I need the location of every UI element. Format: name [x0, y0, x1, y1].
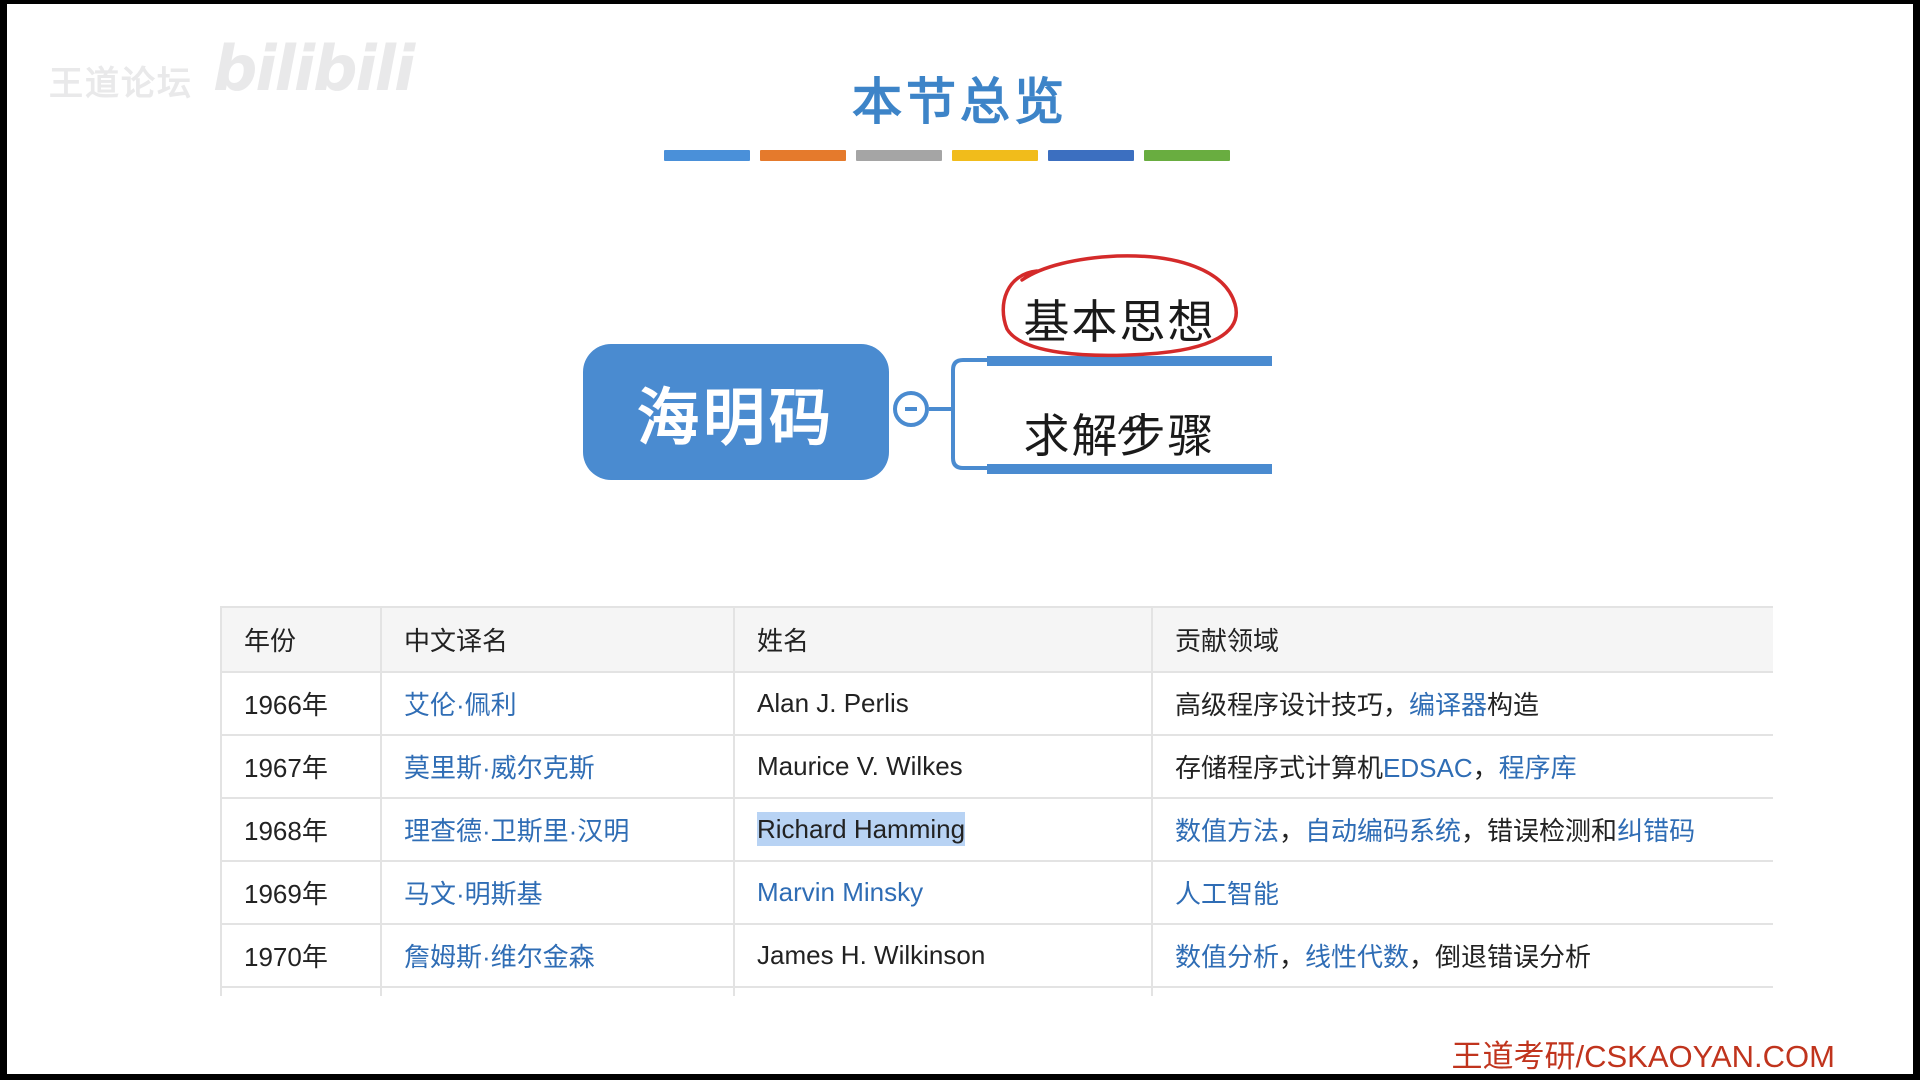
slide: 王道论坛 bilibili 本节总览 海明码 基本思想 求解步骤 年份 中文译名 …: [7, 4, 1913, 1074]
chinese-name-link[interactable]: 詹姆斯·维尔金森: [404, 942, 595, 972]
cell-partial: [733, 986, 1153, 996]
cell-chinese-name: 莫里斯·威尔克斯: [380, 734, 735, 799]
chinese-name-link[interactable]: 理查德·卫斯里·汉明: [404, 816, 629, 846]
name-text: Richard Hamming: [757, 812, 966, 846]
contribution-link[interactable]: 人工智能: [1175, 879, 1279, 909]
contribution-text: ，: [1472, 753, 1499, 783]
header-chinese-name: 中文译名: [380, 606, 735, 673]
table-row: 1969年 马文·明斯基 Marvin Minsky 人工智能: [220, 860, 1773, 925]
contribution-link[interactable]: 纠错码: [1617, 816, 1695, 846]
table-row: 1968年 理查德·卫斯里·汉明 Richard Hamming 数值方法，自动编码系…: [220, 797, 1773, 862]
chinese-name-link[interactable]: 艾伦·佩利: [404, 690, 517, 720]
contribution-text: ，: [1279, 942, 1306, 972]
color-bar-segment: [760, 150, 846, 161]
cell-chinese-name: 艾伦·佩利: [380, 671, 735, 736]
name-link[interactable]: Marvin Minsky: [757, 877, 923, 907]
contribution-link[interactable]: 线性代数: [1305, 942, 1409, 972]
name-text: Alan J. Perlis: [757, 688, 909, 718]
table-row: 1966年 艾伦·佩利 Alan J. Perlis 高级程序设计技巧，编译器构造: [220, 671, 1773, 736]
contribution-link[interactable]: 数值方法: [1175, 816, 1279, 846]
header-contribution: 贡献领域: [1151, 606, 1773, 673]
contribution-link[interactable]: 程序库: [1499, 753, 1577, 783]
table-body: 1966年 艾伦·佩利 Alan J. Perlis 高级程序设计技巧，编译器构造 19…: [220, 671, 1773, 996]
cell-contribution: 高级程序设计技巧，编译器构造: [1151, 671, 1773, 736]
cell-name: Marvin Minsky: [733, 860, 1153, 925]
color-bar-segment: [664, 150, 750, 161]
cell-contribution: 存储程序式计算机EDSAC，程序库: [1151, 734, 1773, 799]
cell-contribution: 人工智能: [1151, 860, 1773, 925]
color-bar-segment: [952, 150, 1038, 161]
color-bar-segment: [1048, 150, 1134, 161]
color-bar-segment: [1144, 150, 1230, 161]
chinese-name-link[interactable]: 莫里斯·威尔克斯: [404, 753, 595, 783]
title-color-bar: [664, 150, 1230, 161]
mindmap-branch-basic-idea[interactable]: 基本思想: [987, 286, 1252, 352]
cell-year: 1970年: [220, 923, 382, 988]
header-year: 年份: [220, 606, 382, 673]
header-name: 姓名: [733, 606, 1153, 673]
chinese-name-link[interactable]: 马文·明斯基: [404, 879, 543, 909]
cell-partial: [1151, 986, 1773, 996]
cell-partial: [220, 986, 382, 996]
contribution-text: ，错误检测和: [1461, 816, 1618, 846]
contribution-link[interactable]: EDSAC: [1383, 753, 1473, 783]
contribution-link[interactable]: 数值分析: [1175, 942, 1279, 972]
mindmap-root-node[interactable]: 海明码: [583, 344, 889, 480]
cell-year: 1969年: [220, 860, 382, 925]
cell-year: 1966年: [220, 671, 382, 736]
name-text: Maurice V. Wilkes: [757, 751, 963, 781]
cell-chinese-name: 理查德·卫斯里·汉明: [380, 797, 735, 862]
cell-chinese-name: 詹姆斯·维尔金森: [380, 923, 735, 988]
footer-brand: 王道考研/CSKAOYAN.COM: [1451, 1039, 1835, 1074]
contribution-text: 高级程序设计技巧，: [1175, 690, 1410, 720]
contribution-text: ，倒退错误分析: [1409, 942, 1592, 972]
table-header-row: 年份 中文译名 姓名 贡献领域: [220, 606, 1773, 673]
cell-year: 1967年: [220, 734, 382, 799]
name-text: James H. Wilkinson: [757, 940, 986, 970]
cell-partial: [380, 986, 735, 996]
contribution-text: 构造: [1487, 690, 1540, 720]
branch-bracket: [929, 358, 987, 470]
cell-name: James H. Wilkinson: [733, 923, 1153, 988]
contribution-link[interactable]: 编译器: [1409, 690, 1487, 720]
contribution-link[interactable]: 自动编码系统: [1305, 816, 1461, 846]
turing-award-table: 年份 中文译名 姓名 贡献领域 1966年 艾伦·佩利 Alan J. Perlis…: [220, 606, 1773, 996]
contribution-text: 存储程序式计算机: [1175, 753, 1384, 783]
table-row: 1970年 詹姆斯·维尔金森 James H. Wilkinson 数值分析，线性代数…: [220, 923, 1773, 988]
collapse-toggle-icon[interactable]: [893, 391, 929, 427]
contribution-text: ，: [1279, 816, 1306, 846]
cell-contribution: 数值方法，自动编码系统，错误检测和纠错码: [1151, 797, 1773, 862]
table-row: 1967年 莫里斯·威尔克斯 Maurice V. Wilkes 存储程序式计算机ED…: [220, 734, 1773, 799]
page-title: 本节总览: [852, 72, 1068, 131]
cell-name: Maurice V. Wilkes: [733, 734, 1153, 799]
cell-name: Richard Hamming: [733, 797, 1153, 862]
branch-underline-1: [987, 356, 1272, 366]
cell-contribution: 数值分析，线性代数，倒退错误分析: [1151, 923, 1773, 988]
mindmap-branch-solution-steps[interactable]: 求解步骤: [987, 400, 1252, 466]
cell-chinese-name: 马文·明斯基: [380, 860, 735, 925]
table-row-partial: [220, 986, 1773, 996]
color-bar-segment: [856, 150, 942, 161]
cell-name: Alan J. Perlis: [733, 671, 1153, 736]
cell-year: 1968年: [220, 797, 382, 862]
